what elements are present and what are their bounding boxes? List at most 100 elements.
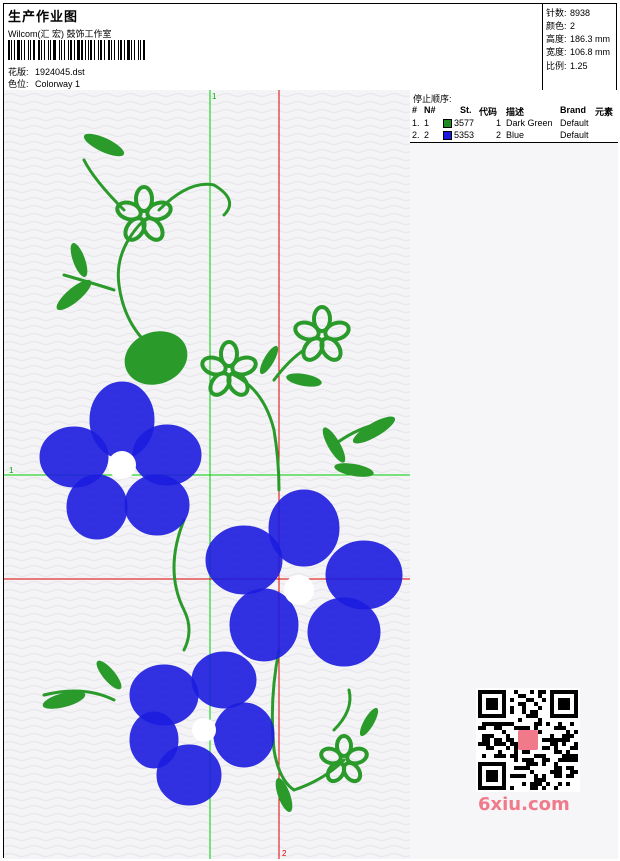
production-worksheet: 生产作业图 Wilcom(汇 宏) 鼓饰工作室 花版: 1924045.dst …	[3, 3, 618, 859]
qr-module	[518, 702, 522, 706]
barcode-bar	[58, 40, 60, 60]
qr-module	[574, 758, 578, 762]
barcode-bar	[114, 40, 116, 60]
qr-module	[562, 754, 566, 758]
qr-module	[550, 734, 554, 738]
qr-module	[494, 722, 498, 726]
qr-finder	[486, 770, 498, 782]
qr-module	[490, 722, 494, 726]
qr-module	[538, 730, 542, 734]
col-needle: N#	[424, 105, 436, 115]
barcode-bar	[64, 40, 66, 60]
qr-module	[534, 714, 538, 718]
qr-module	[482, 734, 486, 738]
qr-module	[538, 778, 542, 782]
qr-module	[534, 702, 538, 706]
qr-module	[510, 754, 514, 758]
qr-module	[482, 742, 486, 746]
color-swatch	[443, 131, 452, 140]
qr-module	[526, 762, 530, 766]
qr-module	[534, 754, 538, 758]
qr-module	[482, 726, 486, 730]
qr-module	[558, 774, 562, 778]
qr-logo-icon	[518, 730, 538, 750]
qr-module	[558, 766, 562, 770]
qr-module	[514, 766, 518, 770]
qr-module	[510, 786, 514, 790]
qr-module	[542, 698, 546, 702]
qr-module	[558, 722, 562, 726]
barcode-bar	[30, 40, 31, 60]
qr-module	[566, 766, 570, 770]
qr-module	[566, 738, 570, 742]
qr-module	[566, 758, 570, 762]
qr-module	[478, 742, 482, 746]
qr-module	[526, 714, 530, 718]
qr-module	[550, 770, 554, 774]
qr-module	[502, 730, 506, 734]
qr-module	[506, 738, 510, 742]
qr-module	[554, 746, 558, 750]
watermark-logo: 6xiu.com	[478, 794, 570, 815]
stat-width: 宽度: 106.8 mm	[546, 47, 611, 57]
barcode-bar	[80, 40, 83, 60]
qr-module	[542, 758, 546, 762]
barcode-bar	[133, 40, 135, 60]
design-file-label: 花版:	[8, 67, 29, 77]
qr-module	[562, 758, 566, 762]
qr-module	[514, 774, 518, 778]
qr-module	[554, 742, 558, 746]
qr-module	[502, 754, 506, 758]
qr-module	[562, 734, 566, 738]
qr-module	[570, 774, 574, 778]
barcode-bar	[69, 40, 72, 60]
qr-module	[566, 754, 570, 758]
qr-module	[482, 738, 486, 742]
qr-module	[546, 746, 550, 750]
qr-module	[518, 766, 522, 770]
qr-module	[538, 722, 542, 726]
qr-module	[554, 738, 558, 742]
qr-module	[534, 778, 538, 782]
color-sequence-header: 停止顺序: # N# St. 代码 描述 Brand 元素 1. 1 3577 …	[410, 90, 618, 143]
qr-module	[570, 766, 574, 770]
qr-module	[494, 726, 498, 730]
qr-module	[490, 734, 494, 738]
barcode-bar	[60, 40, 63, 60]
qr-module	[534, 786, 538, 790]
qr-module	[558, 758, 562, 762]
barcode-bar	[99, 40, 103, 60]
qr-module	[530, 762, 534, 766]
guide-v-label: 1	[212, 92, 217, 101]
qr-module	[514, 746, 518, 750]
qr-module	[506, 746, 510, 750]
qr-module	[574, 730, 578, 734]
qr-module	[482, 722, 486, 726]
barcode-bar	[104, 40, 105, 60]
qr-module	[522, 702, 526, 706]
qr-module	[494, 754, 498, 758]
qr-code-graphic	[478, 690, 578, 790]
qr-module	[502, 742, 506, 746]
qr-module	[558, 770, 562, 774]
barcode-bar	[110, 40, 113, 60]
qr-module	[574, 770, 578, 774]
qr-module	[498, 754, 502, 758]
qr-module	[570, 746, 574, 750]
header-panel: 生产作业图 Wilcom(汇 宏) 鼓饰工作室 花版: 1924045.dst …	[4, 4, 616, 91]
barcode-bar	[50, 40, 52, 60]
qr-module	[510, 710, 514, 714]
qr-module	[546, 782, 550, 786]
stat-scale: 比例: 1.25	[546, 61, 588, 71]
qr-module	[518, 718, 522, 722]
qr-module	[510, 742, 514, 746]
qr-module	[538, 754, 542, 758]
barcode-bar	[140, 40, 142, 60]
barcode-bar	[17, 40, 20, 60]
qr-module	[574, 754, 578, 758]
qr-module	[542, 746, 546, 750]
qr-module	[498, 742, 502, 746]
qr-module	[522, 782, 526, 786]
qr-module	[546, 722, 550, 726]
qr-module	[562, 726, 566, 730]
